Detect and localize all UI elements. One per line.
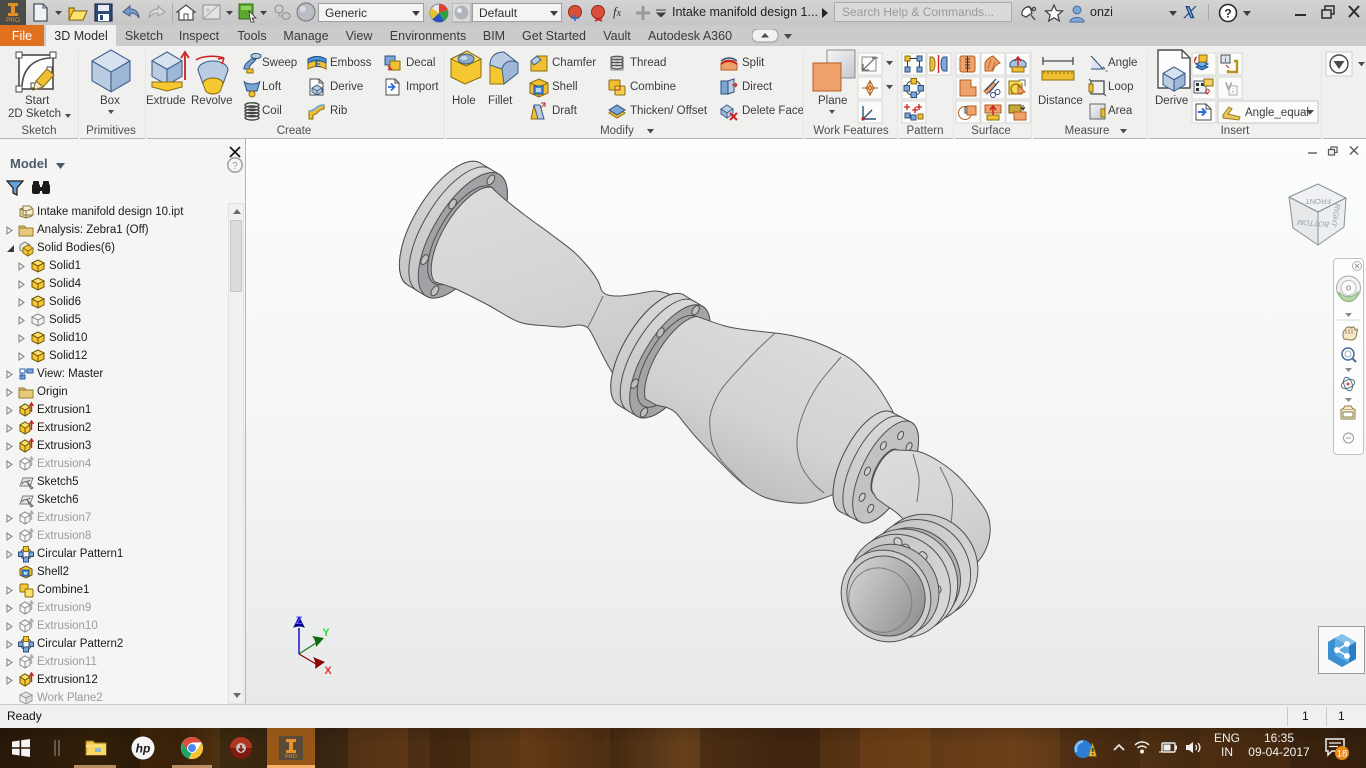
- svg-text:?: ?: [1224, 7, 1231, 21]
- svg-text:Angle_equal: Angle_equal: [1245, 107, 1309, 119]
- svg-text:FRONT: FRONT: [1305, 197, 1331, 206]
- svg-text:?: ?: [232, 161, 238, 172]
- svg-text:Z: Z: [296, 615, 303, 627]
- svg-text:hp: hp: [136, 742, 151, 756]
- svg-text:X: X: [324, 665, 332, 674]
- svg-text:PRO: PRO: [6, 17, 20, 24]
- svg-text:PRO: PRO: [285, 754, 298, 760]
- svg-text:E: E: [315, 59, 321, 69]
- svg-text:18: 18: [1337, 749, 1348, 760]
- svg-text:Y: Y: [322, 627, 330, 639]
